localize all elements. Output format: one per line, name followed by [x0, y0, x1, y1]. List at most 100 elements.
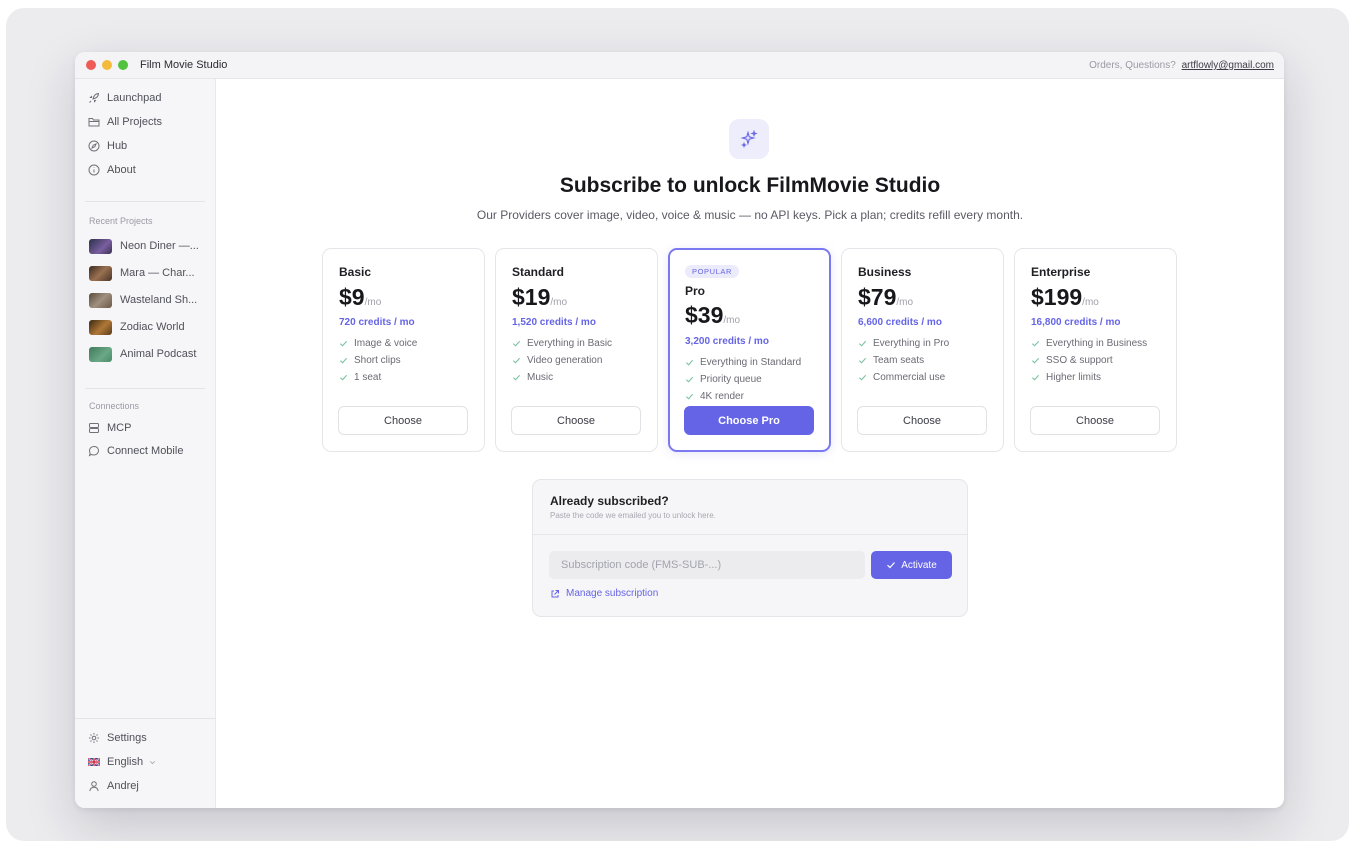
project-label: Mara — Char...	[120, 267, 195, 279]
sidebar-item-label: About	[107, 164, 136, 176]
feature-label: 4K render	[700, 391, 744, 402]
feature-label: Everything in Business	[1046, 338, 1148, 349]
plan-card-standard: Standard $19/mo 1,520 credits / mo Every…	[495, 248, 658, 452]
settings-button[interactable]: Settings	[88, 729, 147, 747]
sidebar-item-launchpad[interactable]: Launchpad	[88, 89, 161, 107]
check-icon	[339, 374, 348, 381]
choose-standard-button[interactable]: Choose	[511, 406, 641, 435]
recent-project-item[interactable]: Wasteland Sh...	[89, 291, 211, 309]
user-account[interactable]: Andrej	[88, 777, 139, 795]
project-thumbnail	[89, 319, 112, 335]
plan-name: Business	[858, 265, 912, 279]
check-icon	[1031, 374, 1040, 381]
compass-icon	[88, 140, 100, 152]
language-label: English	[107, 756, 144, 768]
sidebar-item-hub[interactable]: Hub	[88, 137, 127, 155]
sidebar-item-label: MCP	[107, 422, 132, 434]
choose-business-button[interactable]: Choose	[857, 406, 987, 435]
chevron-down-icon	[150, 760, 156, 764]
sidebar-item-label: Launchpad	[107, 92, 162, 104]
feature-label: Priority queue	[700, 374, 762, 385]
project-thumbnail	[89, 238, 112, 254]
recent-project-item[interactable]: Animal Podcast	[89, 345, 211, 363]
rocket-icon	[89, 92, 100, 103]
app-window: Film Movie Studio Orders, Questions? art…	[75, 52, 1284, 808]
settings-label: Settings	[107, 732, 147, 744]
minimize-window-button[interactable]	[102, 60, 112, 70]
folder-icon	[88, 118, 100, 127]
check-icon	[339, 340, 348, 347]
user-icon	[89, 781, 99, 792]
project-label: Animal Podcast	[120, 348, 197, 360]
feature-item: 4K render	[685, 391, 744, 402]
uk-flag-icon	[88, 757, 100, 767]
feature-label: SSO & support	[1046, 355, 1113, 366]
check-icon	[685, 359, 694, 366]
check-icon	[858, 340, 867, 347]
price-period: /mo	[1082, 297, 1099, 308]
sparkle-badge	[729, 119, 769, 159]
project-label: Neon Diner —...	[120, 240, 199, 252]
feature-label: Everything in Standard	[700, 357, 802, 368]
feature-item: Team seats	[858, 355, 924, 366]
feature-label: Music	[527, 372, 554, 383]
check-icon	[685, 393, 694, 400]
check-icon	[685, 376, 694, 383]
feature-item: Video generation	[512, 355, 602, 366]
feature-item: Higher limits	[1031, 372, 1101, 383]
price-period: /mo	[723, 315, 741, 326]
feature-item: Music	[512, 372, 553, 383]
sidebar-item-all-projects[interactable]: All Projects	[88, 113, 162, 131]
sidebar-item-mcp[interactable]: MCP	[88, 419, 131, 437]
feature-label: Higher limits	[1046, 372, 1102, 383]
plan-name: Standard	[512, 265, 565, 279]
project-thumbnail	[89, 292, 112, 308]
check-icon	[512, 374, 521, 381]
plan-card-business: Business $79/mo 6,600 credits / mo Every…	[841, 248, 1004, 452]
subscription-code-input[interactable]	[549, 551, 865, 579]
plan-price: $9/mo	[339, 284, 381, 311]
already-subscribed-title: Already subscribed?	[550, 494, 669, 508]
sidebar-divider	[85, 201, 205, 202]
plan-price: $19/mo	[512, 284, 567, 311]
feature-label: Team seats	[873, 355, 925, 366]
check-icon	[858, 357, 867, 364]
check-icon	[512, 340, 521, 347]
feature-label: Short clips	[354, 355, 401, 366]
zoom-window-button[interactable]	[118, 60, 128, 70]
feature-item: Everything in Business	[1031, 338, 1147, 349]
sidebar-item-connect-mobile[interactable]: Connect Mobile	[88, 442, 183, 460]
price-amount: $9	[339, 284, 365, 310]
title-bar: Film Movie Studio Orders, Questions? art…	[75, 52, 1284, 79]
plan-credits: 1,520 credits / mo	[512, 317, 596, 328]
check-icon	[1031, 340, 1040, 347]
feature-label: Image & voice	[354, 338, 418, 349]
choose-basic-button[interactable]: Choose	[338, 406, 468, 435]
check-icon	[1031, 357, 1040, 364]
sidebar-item-about[interactable]: About	[88, 161, 136, 179]
feature-label: Everything in Pro	[873, 338, 950, 349]
check-icon	[512, 357, 521, 364]
close-window-button[interactable]	[86, 60, 96, 70]
app-title: Film Movie Studio	[140, 59, 228, 71]
contact-email-link[interactable]: artflowly@gmail.com	[1182, 60, 1274, 71]
manage-subscription-label: Manage subscription	[566, 588, 659, 599]
sidebar-item-label: Hub	[107, 140, 128, 152]
choose-enterprise-button[interactable]: Choose	[1030, 406, 1160, 435]
choose-pro-button[interactable]: Choose Pro	[684, 406, 814, 435]
sidebar-divider	[85, 388, 205, 389]
project-label: Wasteland Sh...	[120, 294, 198, 306]
recent-project-item[interactable]: Neon Diner —...	[89, 237, 211, 255]
recent-projects-heading: Recent Projects	[89, 216, 153, 226]
language-selector[interactable]: English	[88, 753, 164, 771]
activate-label: Activate	[901, 559, 937, 571]
feature-item: 1 seat	[339, 372, 381, 383]
gear-icon	[89, 733, 99, 743]
feature-label: Video generation	[527, 355, 603, 366]
sidebar-footer-divider	[75, 718, 215, 719]
recent-project-item[interactable]: Zodiac World	[89, 318, 211, 336]
activate-button[interactable]: Activate	[871, 551, 952, 579]
manage-subscription-link[interactable]: Manage subscription	[550, 588, 658, 599]
recent-project-item[interactable]: Mara — Char...	[89, 264, 211, 282]
sparkle-icon	[740, 129, 758, 149]
